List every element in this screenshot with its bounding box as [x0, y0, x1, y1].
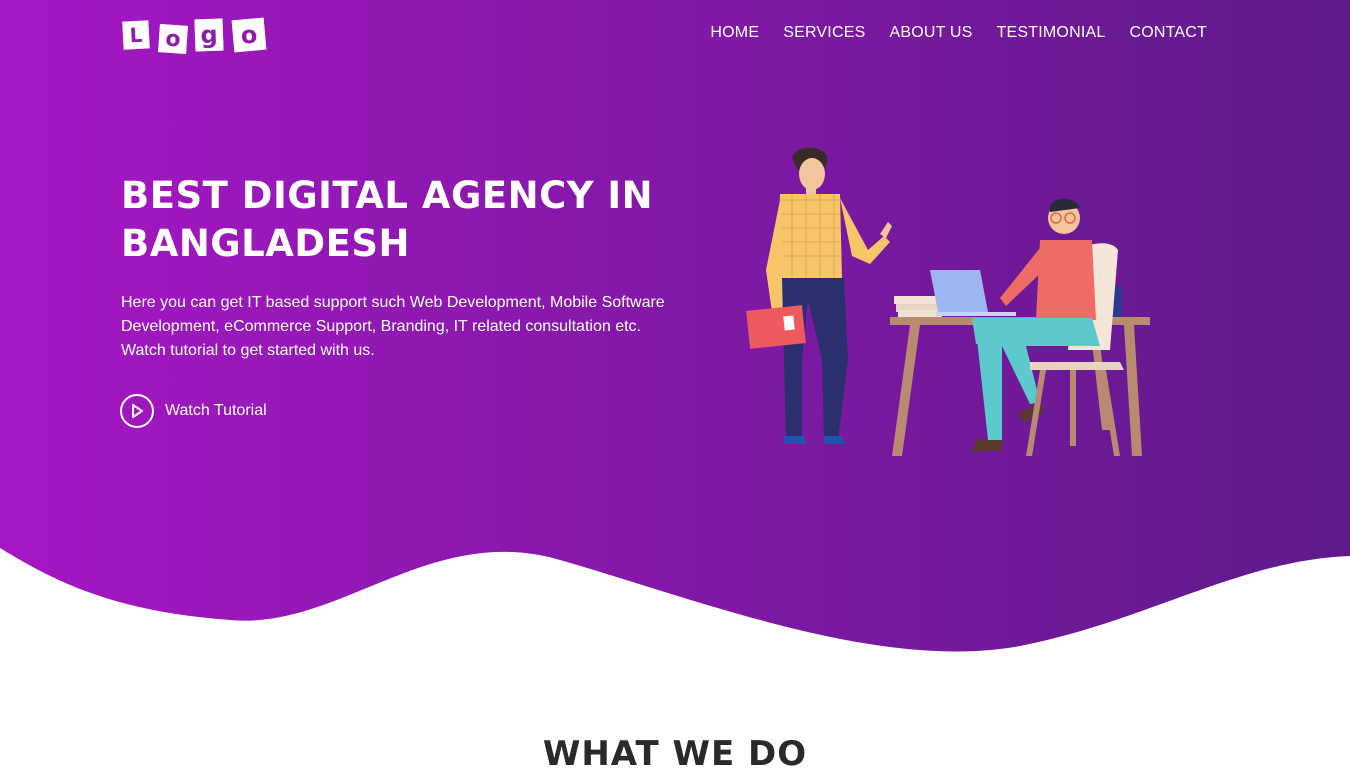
hero-section: L o g o HOME SERVICES ABOUT US TESTIMONI…: [0, 0, 1350, 660]
watch-tutorial-button[interactable]: Watch Tutorial: [120, 394, 267, 428]
play-circle-icon: [120, 394, 154, 428]
section-title-what-we-do: WHAT WE DO: [542, 734, 808, 768]
nav-item-home[interactable]: HOME: [710, 24, 759, 42]
hero-description: Here you can get IT based support such W…: [121, 294, 665, 359]
logo-letter: o: [158, 24, 188, 54]
standing-person-illustration: [746, 147, 892, 444]
hero-title: BEST DIGITAL AGENCY IN BANGLADESH: [121, 174, 654, 265]
logo-letter: o: [231, 17, 267, 53]
logo-letter: g: [194, 18, 224, 52]
nav-item-about-us[interactable]: ABOUT US: [889, 24, 972, 42]
watch-tutorial-label: Watch Tutorial: [165, 402, 267, 419]
nav-item-services[interactable]: SERVICES: [783, 24, 865, 42]
nav-item-testimonial[interactable]: TESTIMONIAL: [997, 24, 1106, 42]
hero-illustration: [746, 147, 1150, 456]
main-nav: HOME SERVICES ABOUT US TESTIMONIAL CONTA…: [710, 24, 1207, 42]
logo[interactable]: L o g o: [122, 17, 269, 55]
logo-letter: L: [122, 20, 150, 50]
nav-item-contact[interactable]: CONTACT: [1129, 24, 1207, 42]
